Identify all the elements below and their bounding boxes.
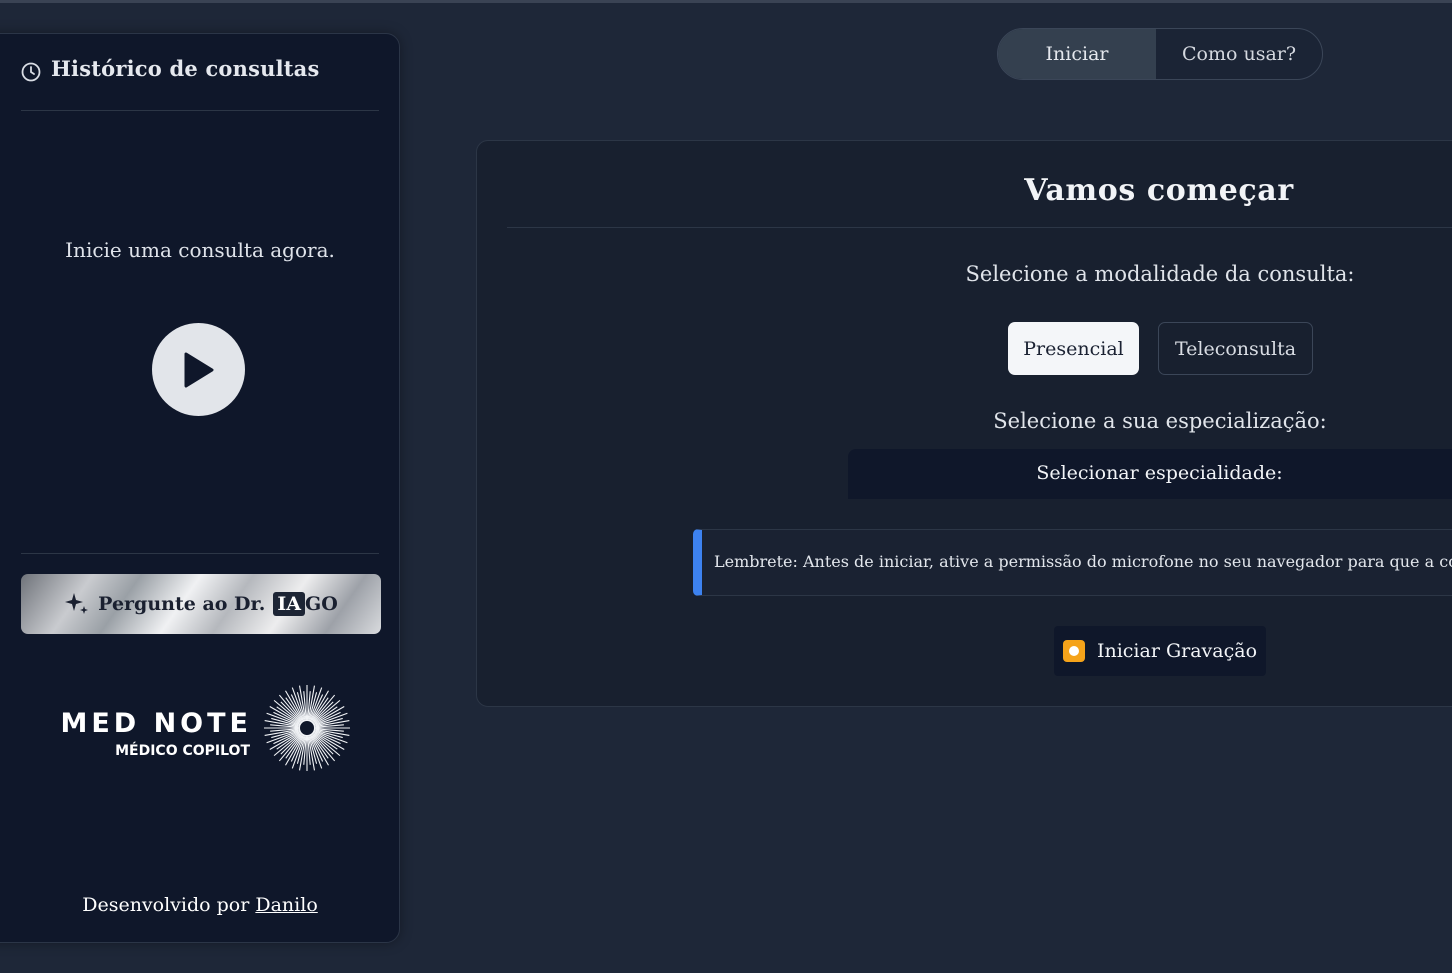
med-note-logo: MED NOTE MÉDICO COPILOT bbox=[47, 684, 357, 774]
logo-tagline: MÉDICO COPILOT bbox=[115, 743, 250, 759]
ask-dr-iago-button[interactable]: Pergunte ao Dr. IA GO bbox=[21, 574, 381, 634]
ask-button-suffix: GO bbox=[305, 593, 338, 615]
sidebar-title: Histórico de consultas bbox=[51, 56, 320, 81]
sparkle-icon bbox=[65, 593, 89, 614]
clock-icon bbox=[21, 62, 41, 82]
microphone-reminder: Lembrete: Antes de iniciar, ative a perm… bbox=[693, 529, 1452, 596]
start-card: Vamos começar Selecione a modalidade da … bbox=[476, 140, 1452, 707]
sidebar-footer: Desenvolvido por Danilo bbox=[21, 894, 379, 916]
tab-iniciar[interactable]: Iniciar bbox=[998, 29, 1157, 79]
tab-como-usar[interactable]: Como usar? bbox=[1156, 29, 1322, 79]
start-consultation-button[interactable] bbox=[152, 323, 245, 416]
modality-presencial-button[interactable]: Presencial bbox=[1008, 322, 1139, 375]
logo-name: MED NOTE bbox=[60, 708, 252, 739]
sidebar-divider bbox=[21, 553, 379, 554]
author-link[interactable]: Danilo bbox=[255, 894, 317, 916]
record-button-label: Iniciar Gravação bbox=[1096, 640, 1258, 662]
reminder-text: Lembrete: Antes de iniciar, ative a perm… bbox=[714, 552, 1452, 571]
page-title: Vamos começar bbox=[1024, 173, 1294, 208]
sidebar-header: Histórico de consultas bbox=[21, 56, 379, 111]
start-recording-button[interactable]: Iniciar Gravação bbox=[1054, 626, 1266, 676]
ask-button-prefix: Pergunte ao Dr. bbox=[98, 593, 266, 615]
specialization-label: Selecione a sua especialização: bbox=[993, 409, 1327, 433]
window-top-border bbox=[0, 0, 1452, 3]
play-icon bbox=[184, 352, 213, 387]
card-divider bbox=[507, 227, 1452, 228]
specialization-select[interactable]: Selecionar especialidade: bbox=[848, 449, 1452, 499]
ask-button-highlight: IA bbox=[273, 592, 306, 616]
empty-history-message: Inicie uma consulta agora. bbox=[65, 238, 335, 262]
sunburst-logo-icon bbox=[264, 685, 350, 771]
footer-text: Desenvolvido por bbox=[82, 894, 250, 916]
modality-label: Selecione a modalidade da consulta: bbox=[965, 262, 1355, 286]
top-tabs: Iniciar Como usar? bbox=[997, 28, 1323, 80]
modality-teleconsulta-button[interactable]: Teleconsulta bbox=[1158, 322, 1313, 375]
specialization-select-value: Selecionar especialidade: bbox=[1036, 462, 1283, 484]
record-icon bbox=[1062, 640, 1085, 662]
sidebar: Histórico de consultas Inicie uma consul… bbox=[0, 33, 400, 943]
